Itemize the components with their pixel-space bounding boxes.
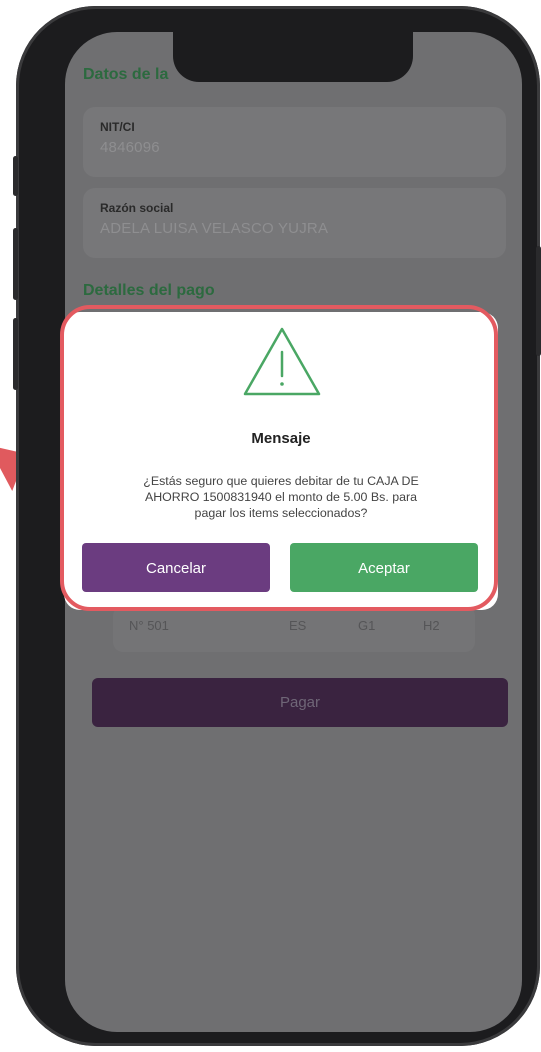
volume-up-button	[13, 228, 18, 300]
item-col-2: G1	[358, 618, 376, 633]
pay-button[interactable]: Pagar	[92, 678, 508, 727]
power-button	[536, 246, 541, 356]
payment-section-title: Detalles del pago	[83, 282, 215, 299]
billing-section-title: Datos de la	[83, 66, 169, 83]
notch	[173, 32, 413, 82]
razon-social-value: ADELA LUISA VELASCO YUJRA	[100, 220, 329, 237]
item-col-3: H2	[423, 618, 440, 633]
item-col-1: ES	[289, 618, 307, 633]
mute-switch	[13, 156, 18, 196]
nit-label: NIT/CI	[100, 120, 135, 134]
nit-value: 4846096	[100, 139, 160, 156]
item-number: N° 501	[129, 618, 169, 633]
razon-social-label: Razón social	[100, 201, 174, 215]
highlight-outline	[60, 305, 498, 611]
razon-social-field[interactable]: Razón social ADELA LUISA VELASCO YUJRA	[83, 188, 506, 258]
volume-down-button	[13, 318, 18, 390]
nit-field[interactable]: NIT/CI 4846096	[83, 107, 506, 177]
payment-item-row[interactable]: N° 501 ES G1 H2	[113, 606, 475, 652]
